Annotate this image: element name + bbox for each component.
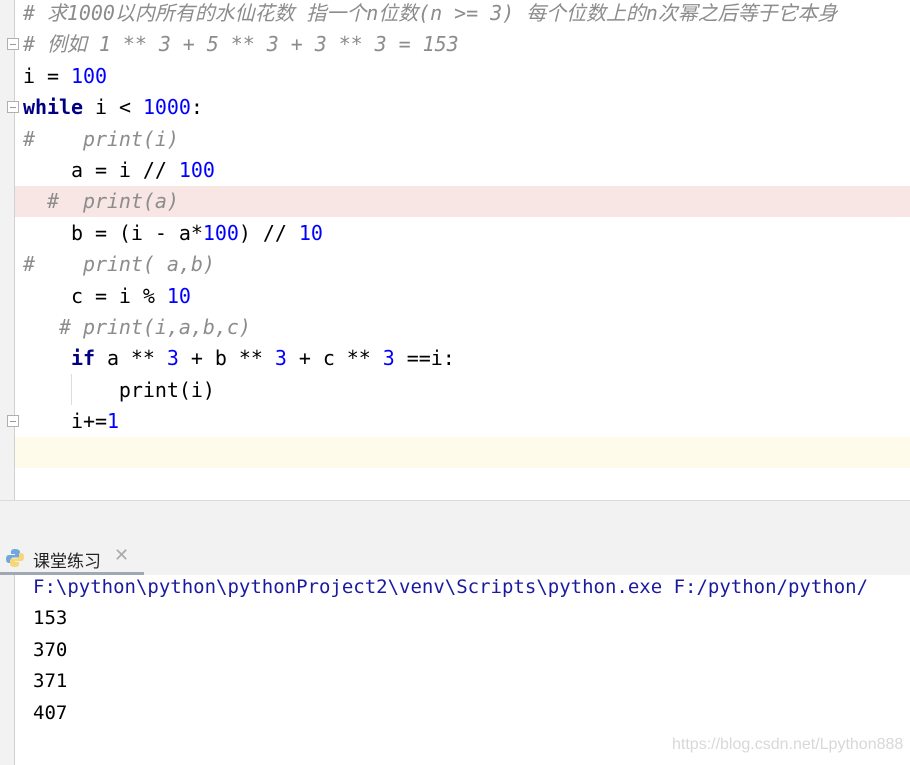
code-token: i <: [82, 95, 143, 120]
code-token: i+=: [23, 409, 107, 434]
code-line: # print(a): [23, 186, 179, 217]
number-token: 3: [274, 346, 287, 371]
number-token: 10: [166, 283, 191, 308]
code-token: a **: [94, 346, 167, 371]
number-token: 3: [166, 346, 179, 371]
python-icon: [6, 549, 24, 567]
comment-token: # 例如 1 ** 3 + 5 ** 3 + 3 ** 3 = 153: [23, 32, 459, 57]
comment-token: # print(a): [23, 189, 179, 214]
fold-icon[interactable]: [7, 38, 19, 50]
keyword-token: while: [23, 95, 83, 120]
code-token: :: [190, 95, 203, 120]
code-token: i =: [23, 63, 71, 88]
code-token: ) //: [238, 220, 299, 245]
fold-icon[interactable]: [7, 415, 19, 427]
code-line: # print( a,b): [23, 249, 215, 280]
comment-token: # 求1000以内所有的水仙花数 指一个n位数(n >= 3) 每个位数上的n次…: [23, 1, 838, 25]
run-tab-bar: 课堂练习 ✕: [0, 539, 910, 575]
number-token: 1: [106, 409, 119, 434]
code-line: i+=1: [23, 406, 119, 437]
comment-token: # print( a,b): [23, 252, 215, 277]
code-token: + b **: [178, 346, 275, 371]
tab-label: 课堂练习: [33, 552, 101, 572]
code-line: c = i % 10: [23, 281, 191, 312]
code-line: while i < 1000:: [23, 92, 203, 123]
tab-run-config[interactable]: 课堂练习 ✕: [0, 539, 144, 575]
code-token: b = (i - a*: [23, 220, 203, 245]
number-token: 100: [202, 220, 239, 245]
code-line: # print(i,a,b,c): [23, 312, 251, 343]
number-token: 1000: [142, 95, 191, 120]
console-line: 370: [33, 639, 68, 661]
code-line: if a ** 3 + b ** 3 + c ** 3 ==i:: [23, 343, 455, 374]
watermark: https://blog.csdn.net/Lpython888: [672, 736, 904, 753]
code-line: a = i // 100: [23, 155, 215, 186]
code-line: i = 100: [23, 61, 107, 92]
console-line: 407: [33, 702, 68, 724]
current-line: [15, 437, 910, 468]
code-line: # 求1000以内所有的水仙花数 指一个n位数(n >= 3) 每个位数上的n次…: [23, 0, 837, 29]
code-token: print(i): [23, 377, 215, 402]
console-line: 371: [33, 670, 68, 692]
comment-token: # print(i,a,b,c): [23, 315, 251, 339]
code-token: + c **: [286, 346, 383, 371]
number-token: 100: [70, 63, 107, 88]
comment-token: # print(i): [23, 126, 179, 151]
number-token: 10: [298, 220, 323, 245]
code-line: b = (i - a*100) // 10: [23, 218, 323, 249]
keyword-token: if: [70, 346, 95, 371]
code-editor[interactable]: # 求1000以内所有的水仙花数 指一个n位数(n >= 3) 每个位数上的n次…: [0, 0, 910, 500]
code-token: a = i //: [23, 158, 179, 182]
code-token: ==i:: [394, 346, 455, 371]
number-token: 100: [178, 158, 215, 182]
number-token: 3: [382, 346, 395, 371]
code-line: # print(i): [23, 124, 179, 155]
console-gutter: [0, 575, 15, 765]
close-icon[interactable]: ✕: [114, 545, 129, 566]
fold-icon[interactable]: [7, 101, 19, 113]
panel-divider[interactable]: [0, 500, 910, 540]
code-token: c = i %: [23, 283, 167, 308]
console-command: F:\python\python\pythonProject2\venv\Scr…: [33, 576, 869, 598]
console-line: 153: [33, 607, 68, 629]
code-line: print(i): [23, 375, 215, 406]
code-line: # 例如 1 ** 3 + 5 ** 3 + 3 ** 3 = 153: [23, 29, 459, 60]
